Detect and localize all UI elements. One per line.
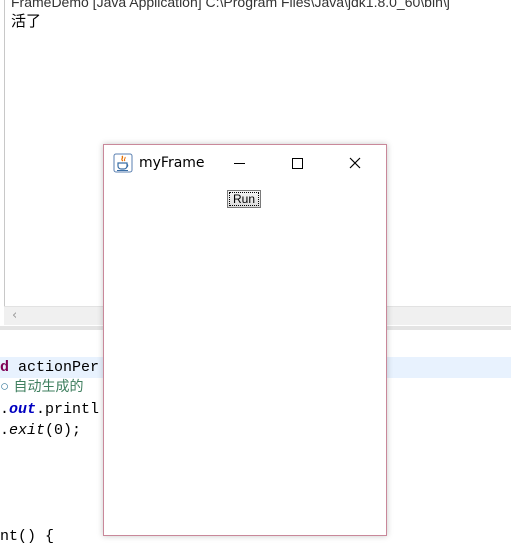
- code-line-5: nt() {: [0, 526, 54, 547]
- console-header: FrameDemo [Java Application] C:\Program …: [11, 0, 450, 10]
- code-text: (0);: [45, 422, 82, 439]
- maximize-icon: [291, 157, 303, 169]
- code-text: nt() {: [0, 528, 55, 545]
- code-text: actionPer: [9, 359, 100, 376]
- code-line-4: .exit(0);: [0, 420, 81, 441]
- code-text: .printl: [36, 401, 100, 418]
- comment-marker-icon: ○: [0, 379, 10, 396]
- run-button[interactable]: Run: [227, 190, 261, 208]
- code-line-3: .out.printl: [0, 399, 99, 420]
- scroll-left-icon[interactable]: ‹: [12, 308, 17, 323]
- code-comment: 自动生成的: [9, 379, 84, 395]
- myframe-window[interactable]: myFrame Run: [103, 144, 387, 536]
- code-static-method: exit: [9, 422, 46, 439]
- minimize-icon: [233, 162, 245, 164]
- close-icon: [349, 157, 361, 169]
- code-keyword: d: [0, 359, 10, 376]
- minimize-button[interactable]: [216, 145, 262, 181]
- code-text: .: [0, 401, 10, 418]
- code-static-field: out: [9, 401, 37, 418]
- code-text: .: [0, 422, 10, 439]
- window-titlebar[interactable]: myFrame: [104, 145, 386, 181]
- java-icon: [113, 153, 133, 173]
- window-title: myFrame: [139, 155, 205, 171]
- maximize-button[interactable]: [274, 145, 320, 181]
- code-line-2: ○ 自动生成的: [0, 377, 83, 398]
- console-output-line: 活了: [11, 12, 42, 30]
- close-button[interactable]: [332, 145, 378, 181]
